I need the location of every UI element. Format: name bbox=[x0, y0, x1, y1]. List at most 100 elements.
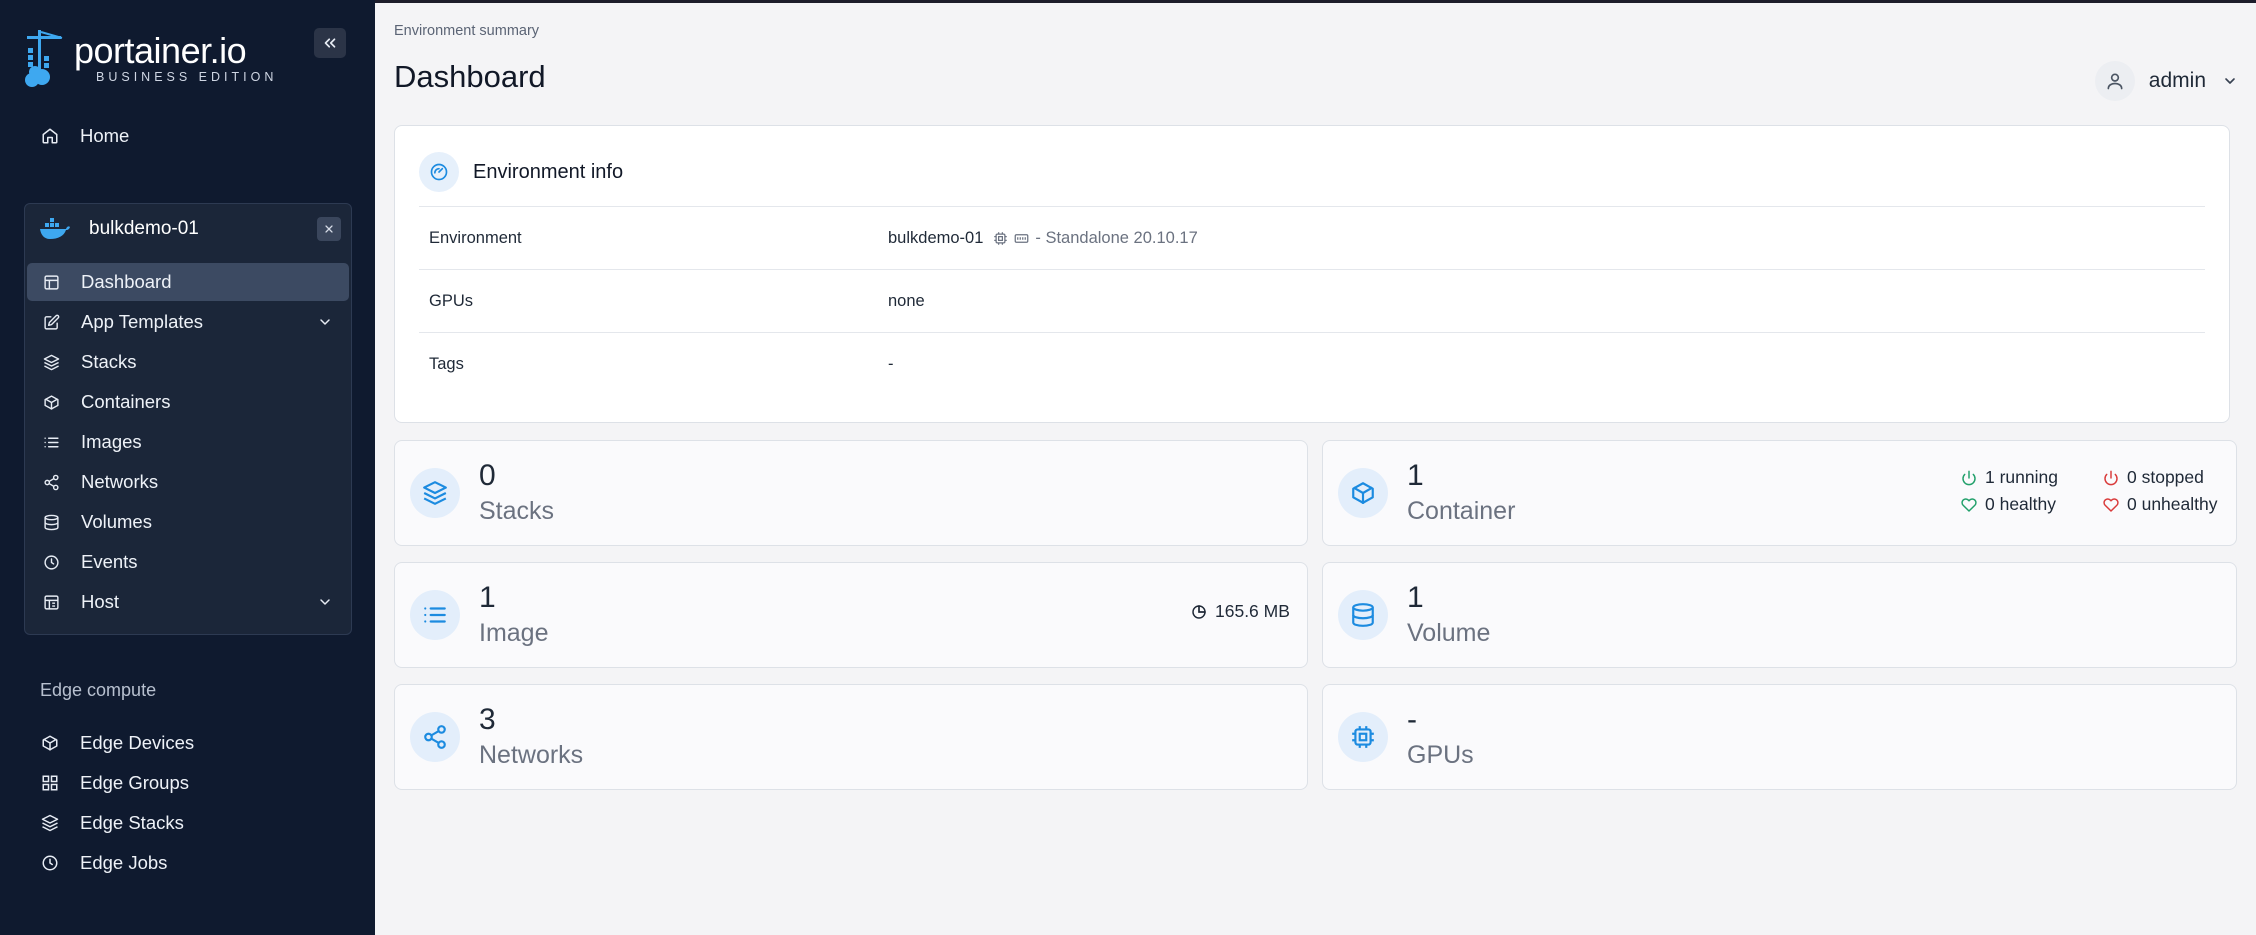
stacks-count: 0 bbox=[479, 459, 496, 492]
info-row-environment: Environment bulkdemo-01 - Standalone 20.… bbox=[419, 206, 2205, 269]
sidebar-item-volumes[interactable]: Volumes bbox=[27, 503, 349, 541]
images-stat-card[interactable]: 1 Image 165.6 MB bbox=[394, 562, 1308, 668]
networks-count: 3 bbox=[479, 703, 496, 736]
grid-icon bbox=[40, 773, 60, 793]
images-size: 165.6 MB bbox=[1191, 601, 1290, 622]
user-name: admin bbox=[2148, 69, 2206, 92]
sidebar-item-label: Edge Stacks bbox=[80, 812, 184, 833]
home-icon bbox=[40, 126, 60, 146]
user-menu-button[interactable]: admin bbox=[2094, 59, 2238, 103]
edge-compute-heading: Edge compute bbox=[40, 680, 157, 700]
layers-icon bbox=[410, 468, 460, 518]
sidebar-item-label: Host bbox=[81, 591, 120, 612]
sidebar-item-networks[interactable]: Networks bbox=[27, 463, 349, 501]
cpu-icon bbox=[994, 231, 1008, 245]
gpus-count: - bbox=[1407, 703, 1417, 736]
sidebar-item-label: Volumes bbox=[81, 511, 152, 532]
info-key: Environment bbox=[429, 228, 522, 247]
edit-icon bbox=[41, 312, 61, 332]
main-content: Environment summary Dashboard admin Envi… bbox=[375, 3, 2256, 935]
stacks-label: Stacks bbox=[479, 497, 555, 525]
memory-icon bbox=[1015, 233, 1029, 243]
database-icon bbox=[41, 512, 61, 532]
sidebar-item-label: Edge Groups bbox=[80, 772, 190, 793]
sidebar-item-app-templates[interactable]: App Templates bbox=[27, 303, 349, 341]
gpus-label: GPUs bbox=[1407, 741, 1474, 769]
sidebar-item-label: Edge Jobs bbox=[80, 852, 168, 873]
chevrons-left-icon bbox=[324, 38, 336, 48]
volumes-stat-card[interactable]: 1 Volume bbox=[1322, 562, 2237, 668]
close-icon bbox=[325, 225, 333, 233]
sidebar-item-stacks[interactable]: Stacks bbox=[27, 343, 349, 381]
sidebar-item-label: Images bbox=[81, 431, 142, 452]
environment-name: bulkdemo-01 bbox=[89, 218, 199, 239]
info-row-gpus: GPUs none bbox=[419, 269, 2205, 332]
sidebar-item-host[interactable]: Host bbox=[27, 583, 349, 621]
chevron-down-icon bbox=[320, 599, 330, 605]
info-key: Tags bbox=[429, 354, 464, 373]
containers-count: 1 bbox=[1407, 459, 1424, 492]
user-icon bbox=[2107, 73, 2123, 90]
breadcrumb: Environment summary bbox=[394, 23, 540, 39]
volumes-label: Volume bbox=[1407, 619, 1491, 647]
cpu-icon bbox=[1338, 712, 1388, 762]
networks-stat-card[interactable]: 3 Networks bbox=[394, 684, 1308, 790]
sidebar-item-images[interactable]: Images bbox=[27, 423, 349, 461]
box-icon bbox=[1338, 468, 1388, 518]
info-key: GPUs bbox=[429, 291, 474, 310]
sidebar-item-containers[interactable]: Containers bbox=[27, 383, 349, 421]
chevron-down-icon bbox=[320, 319, 330, 325]
list-icon bbox=[410, 590, 460, 640]
sidebar: portainer.io BUSINESS EDITION Home bulkd… bbox=[0, 0, 375, 935]
networks-label: Networks bbox=[479, 741, 584, 769]
host-icon bbox=[41, 592, 61, 612]
sidebar-item-dashboard[interactable]: Dashboard bbox=[27, 263, 349, 301]
share-icon bbox=[410, 712, 460, 762]
sidebar-item-home[interactable]: Home bbox=[26, 118, 350, 154]
sidebar-item-label: App Templates bbox=[81, 311, 204, 332]
healthy-status: 0 healthy bbox=[1961, 494, 2056, 515]
containers-label: Container bbox=[1407, 497, 1516, 525]
gauge-icon bbox=[419, 152, 459, 192]
box-icon bbox=[41, 392, 61, 412]
info-value: bulkdemo-01 - Standalone 20.10.17 bbox=[888, 229, 1198, 248]
list-icon bbox=[41, 432, 61, 452]
close-environment-button[interactable] bbox=[317, 217, 341, 241]
sidebar-item-label: Networks bbox=[81, 471, 159, 492]
portainer-logo-icon bbox=[25, 30, 63, 87]
brand[interactable]: portainer.io BUSINESS EDITION bbox=[24, 28, 284, 88]
layout-dashboard-icon bbox=[41, 272, 61, 292]
unhealthy-status: 0 unhealthy bbox=[2103, 494, 2218, 515]
collapse-sidebar-button[interactable] bbox=[314, 28, 346, 58]
clock-icon bbox=[40, 853, 60, 873]
heart-icon bbox=[1961, 497, 1977, 512]
environment-value: bulkdemo-01 bbox=[888, 228, 984, 247]
info-value: none bbox=[888, 291, 925, 310]
power-icon bbox=[1962, 470, 1976, 485]
stacks-stat-card[interactable]: 0 Stacks bbox=[394, 440, 1308, 546]
sidebar-item-label: Containers bbox=[81, 391, 171, 412]
containers-stat-card[interactable]: 1 Container 1 running 0 stopped 0 health… bbox=[1322, 440, 2237, 546]
power-icon bbox=[2104, 470, 2118, 485]
sidebar-item-label: Stacks bbox=[81, 351, 137, 372]
sidebar-item-edge-jobs[interactable]: Edge Jobs bbox=[26, 845, 350, 881]
environment-header: bulkdemo-01 bbox=[25, 204, 351, 254]
sidebar-item-edge-groups[interactable]: Edge Groups bbox=[26, 765, 350, 801]
environment-info-header: Environment info bbox=[419, 152, 623, 192]
sidebar-item-label: Events bbox=[81, 551, 138, 572]
info-row-tags: Tags - bbox=[419, 332, 2205, 395]
sidebar-item-label: Home bbox=[80, 125, 130, 146]
avatar bbox=[2094, 61, 2135, 101]
gpus-stat-card[interactable]: - GPUs bbox=[1322, 684, 2237, 790]
sidebar-item-edge-devices[interactable]: Edge Devices bbox=[26, 725, 350, 761]
sidebar-item-events[interactable]: Events bbox=[27, 543, 349, 581]
volumes-count: 1 bbox=[1407, 581, 1424, 614]
layers-icon bbox=[40, 813, 60, 833]
docker-icon bbox=[40, 218, 70, 239]
database-icon bbox=[1338, 590, 1388, 640]
brand-edition: BUSINESS EDITION bbox=[96, 70, 278, 84]
info-value: - bbox=[888, 354, 894, 373]
page-title: Dashboard bbox=[394, 59, 546, 94]
sidebar-item-edge-stacks[interactable]: Edge Stacks bbox=[26, 805, 350, 841]
sidebar-item-label: Dashboard bbox=[81, 271, 172, 292]
